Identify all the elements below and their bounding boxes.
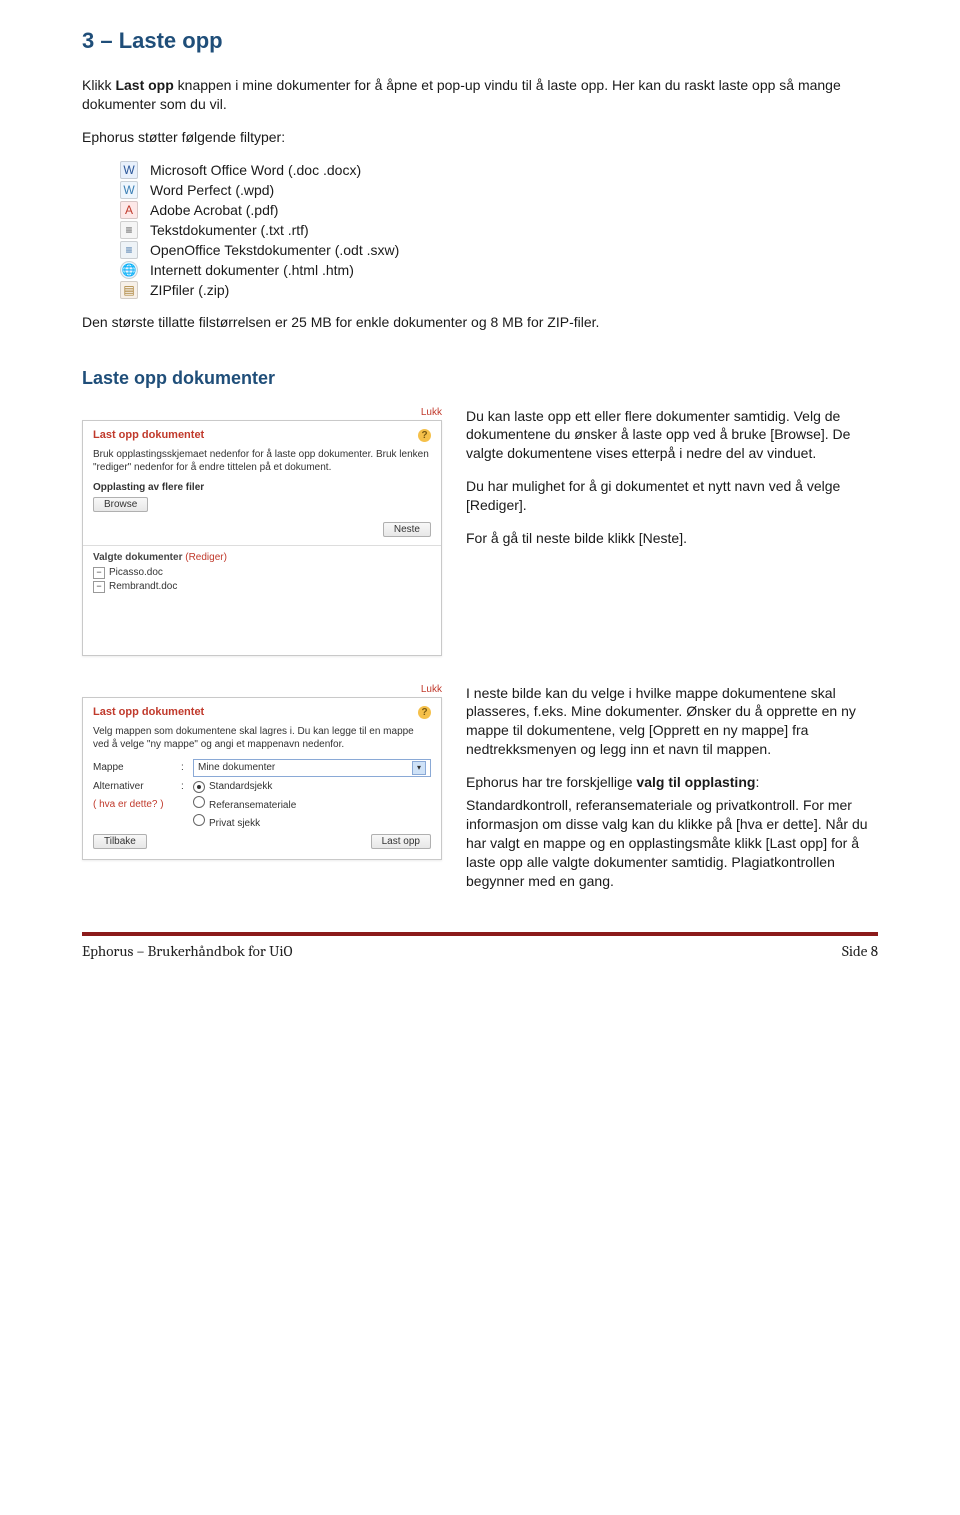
filetype-label: ZIPfiler (.zip) — [150, 282, 229, 298]
side1-p3: For å gå til neste bilde klikk [Neste]. — [466, 529, 878, 548]
intro-paragraph: Klikk Last opp knappen i mine dokumenter… — [82, 76, 878, 114]
radio-icon — [193, 796, 205, 808]
side2-p3: Standardkontroll, referansemateriale og … — [466, 796, 878, 890]
wordperfect-icon: W — [120, 181, 138, 199]
panel-desc: Bruk opplastingsskjemaet nedenfor for å … — [93, 448, 431, 474]
side2-p2-pre: Ephorus har tre forskjellige — [466, 774, 636, 790]
doc-name: Rembrandt.doc — [109, 581, 177, 592]
filetype-label: OpenOffice Tekstdokumenter (.odt .sxw) — [150, 242, 399, 258]
sub-heading: Laste opp dokumenter — [82, 368, 878, 389]
panel-title: Last opp dokumentet — [93, 429, 204, 441]
odt-icon: ≡ — [120, 241, 138, 259]
screenshot-upload-step2: Lukk Last opp dokumentet ? Velg mappen s… — [82, 684, 442, 905]
radio-icon — [193, 781, 205, 793]
filetype-label: Word Perfect (.wpd) — [150, 182, 274, 198]
folder-select[interactable]: Mine dokumenter ▾ — [193, 759, 431, 777]
globe-icon: 🌐 — [120, 261, 138, 279]
edit-link[interactable]: (Rediger) — [185, 552, 227, 563]
txt-icon: ≡ — [120, 221, 138, 239]
close-link[interactable]: Lukk — [82, 407, 442, 418]
side2-p2-post: : — [755, 774, 759, 790]
upload-section-label: Opplasting av flere filer — [93, 482, 431, 493]
side2-p2: Ephorus har tre forskjellige valg til op… — [466, 773, 878, 792]
screenshot-upload-step1: Lukk Last opp dokumentet ? Bruk opplasti… — [82, 407, 442, 656]
radio-option[interactable]: Standardsjekk — [193, 781, 431, 793]
help-icon[interactable]: ? — [418, 429, 431, 442]
filetype-row: A Adobe Acrobat (.pdf) — [82, 201, 878, 219]
radio-icon — [193, 814, 205, 826]
doc-row: − Rembrandt.doc — [93, 581, 431, 593]
remove-doc-button[interactable]: − — [93, 567, 105, 579]
side2-p2-bold: valg til opplasting — [636, 774, 755, 790]
intro-post: knappen i mine dokumenter for å åpne et … — [82, 77, 841, 112]
chevron-down-icon: ▾ — [412, 761, 426, 775]
filetype-row: ≡ Tekstdokumenter (.txt .rtf) — [82, 221, 878, 239]
footer-left: Ephorus – Brukerhåndbok for UiO — [82, 942, 293, 960]
pdf-icon: A — [120, 201, 138, 219]
folder-select-value: Mine dokumenter — [198, 762, 275, 773]
panel-desc: Velg mappen som dokumentene skal lagres … — [93, 725, 431, 751]
filetype-label: Internett dokumenter (.html .htm) — [150, 262, 354, 278]
side2-p1: I neste bilde kan du velge i hvilke mapp… — [466, 684, 878, 760]
selected-docs-label: Valgte dokumenter (Rediger) — [93, 552, 431, 563]
filetypes-list: W Microsoft Office Word (.doc .docx) W W… — [82, 161, 878, 299]
option-label: Standardsjekk — [209, 781, 272, 792]
folder-label: Mappe — [93, 762, 175, 773]
filetype-row: 🌐 Internett dokumenter (.html .htm) — [82, 261, 878, 279]
doc-name: Picasso.doc — [109, 567, 163, 578]
radio-option[interactable]: Privat sjekk — [193, 814, 431, 829]
remove-doc-button[interactable]: − — [93, 581, 105, 593]
intro-bold: Last opp — [115, 77, 173, 93]
doc-row: − Picasso.doc — [93, 567, 431, 579]
option-label: Referansemateriale — [209, 800, 296, 811]
option-label: Privat sjekk — [209, 818, 260, 829]
filetype-row: ▤ ZIPfiler (.zip) — [82, 281, 878, 299]
side1-p1: Du kan laste opp ett eller flere dokumen… — [466, 407, 878, 464]
filetype-label: Microsoft Office Word (.doc .docx) — [150, 162, 361, 178]
radio-option[interactable]: Referansemateriale — [193, 796, 431, 811]
help-icon[interactable]: ? — [418, 706, 431, 719]
supports-line: Ephorus støtter følgende filtyper: — [82, 128, 878, 147]
next-button[interactable]: Neste — [383, 522, 431, 537]
filetype-label: Tekstdokumenter (.txt .rtf) — [150, 222, 309, 238]
filetype-row: W Word Perfect (.wpd) — [82, 181, 878, 199]
word-icon: W — [120, 161, 138, 179]
section-heading: 3 – Laste opp — [82, 28, 878, 54]
close-link[interactable]: Lukk — [82, 684, 442, 695]
filetype-row: ≡ OpenOffice Tekstdokumenter (.odt .sxw) — [82, 241, 878, 259]
selected-label-text: Valgte dokumenter — [93, 552, 182, 563]
side1-p2: Du har mulighet for å gi dokumentet et n… — [466, 477, 878, 515]
filetype-row: W Microsoft Office Word (.doc .docx) — [82, 161, 878, 179]
footer-right: Side 8 — [842, 942, 878, 960]
zip-icon: ▤ — [120, 281, 138, 299]
intro-pre: Klikk — [82, 77, 115, 93]
back-button[interactable]: Tilbake — [93, 834, 147, 849]
page-footer: Ephorus – Brukerhåndbok for UiO Side 8 — [82, 932, 878, 960]
upload-button[interactable]: Last opp — [371, 834, 431, 849]
browse-button[interactable]: Browse — [93, 497, 148, 512]
max-size-line: Den største tillatte filstørrelsen er 25… — [82, 313, 878, 332]
alternatives-label: Alternativer — [93, 781, 175, 792]
filetype-label: Adobe Acrobat (.pdf) — [150, 202, 278, 218]
panel-title: Last opp dokumentet — [93, 706, 204, 718]
